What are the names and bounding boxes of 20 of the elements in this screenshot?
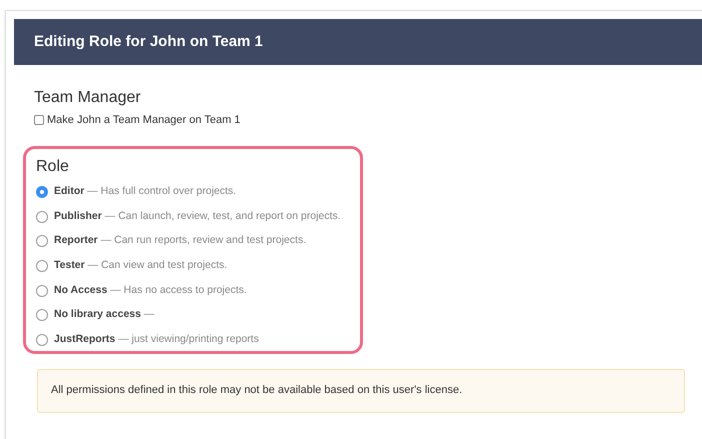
role-label: No library access — — [54, 307, 154, 322]
radio-button[interactable] — [36, 235, 48, 248]
section-heading: Role — [36, 156, 69, 176]
radio-button[interactable] — [36, 260, 48, 272]
role-label: Publisher — Can launch, review, test, and report on projects. — [54, 208, 341, 224]
role-label: No Access — Has no access to projects. — [54, 282, 247, 298]
radio-button[interactable] — [36, 309, 48, 322]
section-heading: Team Manager — [34, 88, 141, 108]
radio-button[interactable] — [36, 186, 48, 198]
radio-button[interactable] — [36, 210, 48, 223]
radio-button[interactable] — [36, 334, 48, 346]
notice-text: All permissions defined in this role may not be available based on this user's license. — [51, 383, 462, 398]
role-label: Editor — Has full control over projects. — [54, 184, 236, 199]
radio-button[interactable] — [36, 284, 48, 297]
role-label: Reporter — Can run reports, review and test projects. — [54, 233, 306, 248]
checkbox[interactable] — [34, 115, 44, 126]
checkbox-label: Make John a Team Manager on Team 1 — [47, 113, 240, 128]
window-title: Editing Role for John on Team 1 — [34, 32, 263, 52]
role-label: JustReports — just viewing/printing reports — [54, 332, 259, 348]
role-label: Tester — Can view and test projects. — [54, 258, 228, 274]
